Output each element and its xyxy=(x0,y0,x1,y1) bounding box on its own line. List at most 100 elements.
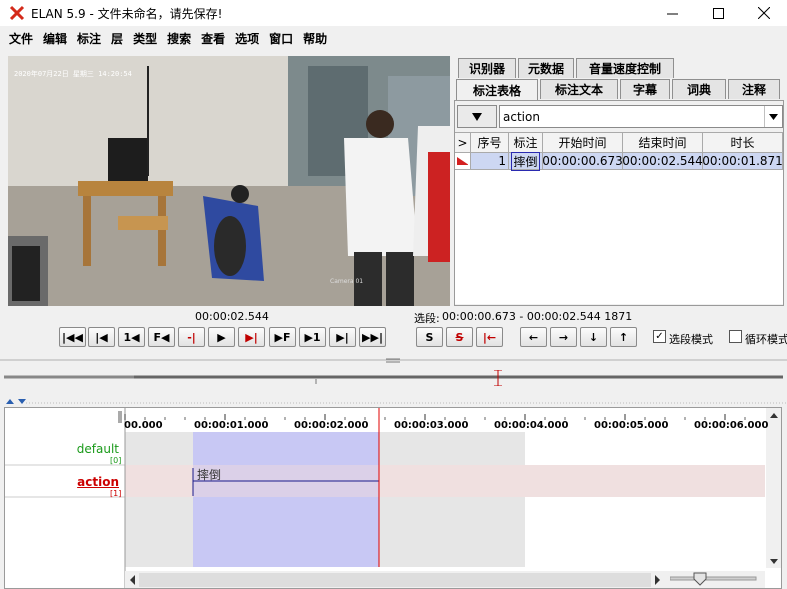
next-frame-icon: ▶F xyxy=(274,330,291,344)
play-selection-button[interactable]: S xyxy=(416,327,443,347)
menu-view[interactable]: 查看 xyxy=(196,30,230,47)
tier-count-default: [0] xyxy=(110,456,122,465)
menu-annotation[interactable]: 标注 xyxy=(72,30,106,47)
ruler-label-6: 00:00:06.000 xyxy=(694,420,769,431)
menu-window[interactable]: 窗口 xyxy=(264,30,298,47)
video-viewer[interactable]: 2020年07月22日 星期三 14:20:54 Camera 01 xyxy=(8,56,450,306)
next-second-button[interactable]: ▶1 xyxy=(299,327,326,347)
previous-scrollview-button[interactable]: |◀ xyxy=(88,327,115,347)
cell-annotation-text: 摔倒 xyxy=(511,151,540,171)
loop-mode-label: 循环模式 xyxy=(745,333,787,346)
tier-selector[interactable]: action xyxy=(499,105,783,128)
selection-boundary-icon: |← xyxy=(482,330,497,344)
video-timestamp-overlay: 2020年07月22日 星期三 14:20:54 xyxy=(14,70,132,78)
next-pixel-button[interactable]: ▶| xyxy=(238,327,265,347)
minimize-button[interactable] xyxy=(649,0,695,26)
previous-pixel-button[interactable]: -| xyxy=(178,327,205,347)
triangle-down-icon xyxy=(472,112,482,121)
menu-options[interactable]: 选项 xyxy=(230,30,264,47)
menu-tier[interactable]: 层 xyxy=(106,30,128,47)
menu-edit[interactable]: 编辑 xyxy=(38,30,72,47)
annotation-right-button[interactable]: → xyxy=(550,327,577,347)
selection-mode-checkbox[interactable]: ✓ xyxy=(653,330,666,343)
maximize-icon xyxy=(712,7,724,19)
menu-help[interactable]: 帮助 xyxy=(298,30,332,47)
go-to-end-button[interactable]: ▶▶| xyxy=(359,327,386,347)
ruler-label-2: 00:00:02.000 xyxy=(294,420,369,431)
tab-comments[interactable]: 注释 xyxy=(728,79,780,99)
timeline-divider xyxy=(26,402,787,404)
ruler-label-5: 00:00:05.000 xyxy=(594,420,669,431)
annotation-down-button[interactable]: ↓ xyxy=(580,327,607,347)
annotation-left-button[interactable]: ← xyxy=(520,327,547,347)
tab-grid[interactable]: 标注表格 xyxy=(456,79,538,101)
row-marker xyxy=(455,153,471,170)
cell-end[interactable]: 00:00:02.544 xyxy=(622,153,703,170)
clear-selection-button[interactable]: S xyxy=(446,327,473,347)
col-header-annotation[interactable]: 标注 xyxy=(509,133,543,153)
next-scrollview-button[interactable]: ▶| xyxy=(329,327,356,347)
loop-mode-checkbox[interactable] xyxy=(729,330,742,343)
timeline-overview[interactable] xyxy=(4,370,783,386)
selection-boundary-button[interactable]: |← xyxy=(476,327,503,347)
ruler-label-1: 00:00:01.000 xyxy=(194,420,269,431)
play-icon: ▶ xyxy=(217,330,226,344)
tier-label-default[interactable]: default xyxy=(77,442,119,456)
go-to-begin-button[interactable]: |◀◀ xyxy=(59,327,86,347)
play-selection-icon: S xyxy=(425,330,434,344)
arrow-down-icon: ↓ xyxy=(588,330,599,344)
play-button[interactable]: ▶ xyxy=(208,327,235,347)
annotation-table: > 序号 标注 开始时间 结束时间 时长 1 摔倒 00:00:00.673 0… xyxy=(455,132,783,304)
split-pane-divider[interactable] xyxy=(0,357,787,364)
close-icon xyxy=(758,7,770,19)
current-row-marker-icon xyxy=(457,157,468,165)
arrow-right-icon: → xyxy=(558,330,569,344)
tier-count-action: [1] xyxy=(110,489,122,498)
current-time: 00:00:02.544 xyxy=(195,310,269,323)
next-pixel-icon: ▶| xyxy=(245,330,258,344)
maximize-button[interactable] xyxy=(695,0,741,26)
col-header-end[interactable]: 结束时间 xyxy=(623,133,703,153)
ruler-label-4: 00:00:04.000 xyxy=(494,420,569,431)
tab-text[interactable]: 标注文本 xyxy=(540,79,618,99)
menu-type[interactable]: 类型 xyxy=(128,30,162,47)
chevron-down-icon xyxy=(764,106,782,127)
timeline-viewer[interactable]: 00.000 00:00:01.000 00:00:02.000 00:00:0… xyxy=(4,407,782,589)
tab-volume-rate[interactable]: 音量速度控制 xyxy=(576,58,674,78)
previous-frame-icon: F◀ xyxy=(153,330,170,344)
previous-frame-button[interactable]: F◀ xyxy=(148,327,175,347)
col-header-index[interactable]: 序号 xyxy=(471,133,509,153)
selection-mode-label: 选段模式 xyxy=(669,333,713,346)
col-header-marker[interactable]: > xyxy=(455,133,471,153)
tab-metadata[interactable]: 元数据 xyxy=(518,58,574,78)
tab-subtitles[interactable]: 字幕 xyxy=(620,79,670,99)
timeline-canvas xyxy=(5,408,781,588)
menu-file[interactable]: 文件 xyxy=(4,30,38,47)
window-title: ELAN 5.9 - 文件未命名，请先保存! xyxy=(31,7,223,21)
zoom-slider[interactable] xyxy=(670,572,758,586)
next-frame-button[interactable]: ▶F xyxy=(269,327,296,347)
ruler-label-0: 00.000 xyxy=(124,420,163,431)
col-header-duration[interactable]: 时长 xyxy=(703,133,783,153)
cell-start[interactable]: 00:00:00.673 xyxy=(542,153,623,170)
checkmark-icon: ✓ xyxy=(655,331,664,342)
tier-label-action[interactable]: action xyxy=(77,475,119,489)
tier-menu-button[interactable] xyxy=(457,105,497,128)
close-button[interactable] xyxy=(741,0,787,26)
tab-lexicon[interactable]: 词典 xyxy=(672,79,726,99)
menu-search[interactable]: 搜索 xyxy=(162,30,196,47)
tab-recognizer[interactable]: 识别器 xyxy=(458,58,516,78)
timeline-annotation[interactable]: 摔倒 xyxy=(197,466,221,483)
next-second-icon: ▶1 xyxy=(304,330,321,344)
cell-index[interactable]: 1 xyxy=(471,153,509,170)
go-to-end-icon: ▶▶| xyxy=(362,330,383,344)
previous-second-button[interactable]: 1◀ xyxy=(118,327,145,347)
previous-scrollview-icon: |◀ xyxy=(95,330,108,344)
camera-label: Camera 01 xyxy=(330,278,364,285)
annotation-up-button[interactable]: ↑ xyxy=(610,327,637,347)
cell-duration[interactable]: 00:00:01.871 xyxy=(702,153,783,170)
cell-annotation[interactable]: 摔倒 xyxy=(509,151,543,171)
previous-second-icon: 1◀ xyxy=(123,330,140,344)
elan-logo-icon xyxy=(9,5,25,21)
col-header-start[interactable]: 开始时间 xyxy=(543,133,623,153)
